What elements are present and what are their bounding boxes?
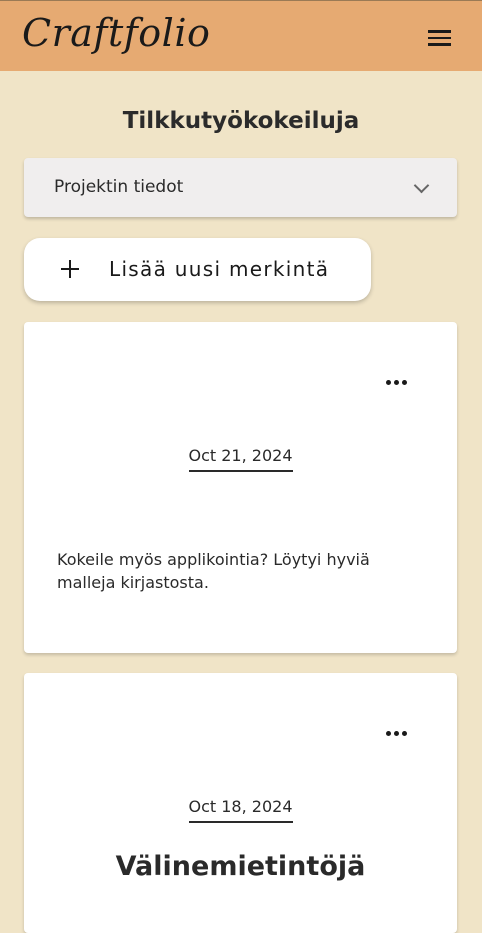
chevron-down-icon	[413, 177, 430, 194]
hamburger-menu-icon	[427, 30, 451, 46]
page-title: Tilkkutyökokeiluja	[122, 108, 360, 134]
accordion-label: Projektin tiedot	[54, 177, 184, 197]
plus-icon	[61, 260, 79, 278]
entry-date: Oct 18, 2024	[188, 797, 293, 823]
project-details-accordion[interactable]: Projektin tiedot	[24, 158, 457, 217]
app-logo[interactable]: Craftfolio	[22, 11, 210, 55]
more-options-button[interactable]	[382, 723, 410, 743]
more-options-button[interactable]	[382, 372, 410, 392]
entry-date: Oct 21, 2024	[188, 446, 293, 472]
more-dots-icon	[385, 730, 391, 736]
entry-title: Välinemietintöjä	[115, 851, 366, 882]
add-entry-button[interactable]: Lisää uusi merkintä	[24, 238, 371, 301]
more-dots-icon	[385, 379, 391, 385]
entry-card: Oct 21, 2024 Kokeile myös applikointia? …	[24, 322, 457, 653]
add-entry-label: Lisää uusi merkintä	[109, 257, 330, 281]
menu-button[interactable]	[420, 23, 458, 53]
entry-card: Oct 18, 2024 Välinemietintöjä	[24, 673, 457, 933]
app-header: Craftfolio	[0, 0, 482, 71]
entry-text: Kokeile myös applikointia? Löytyi hyviä …	[57, 550, 370, 592]
